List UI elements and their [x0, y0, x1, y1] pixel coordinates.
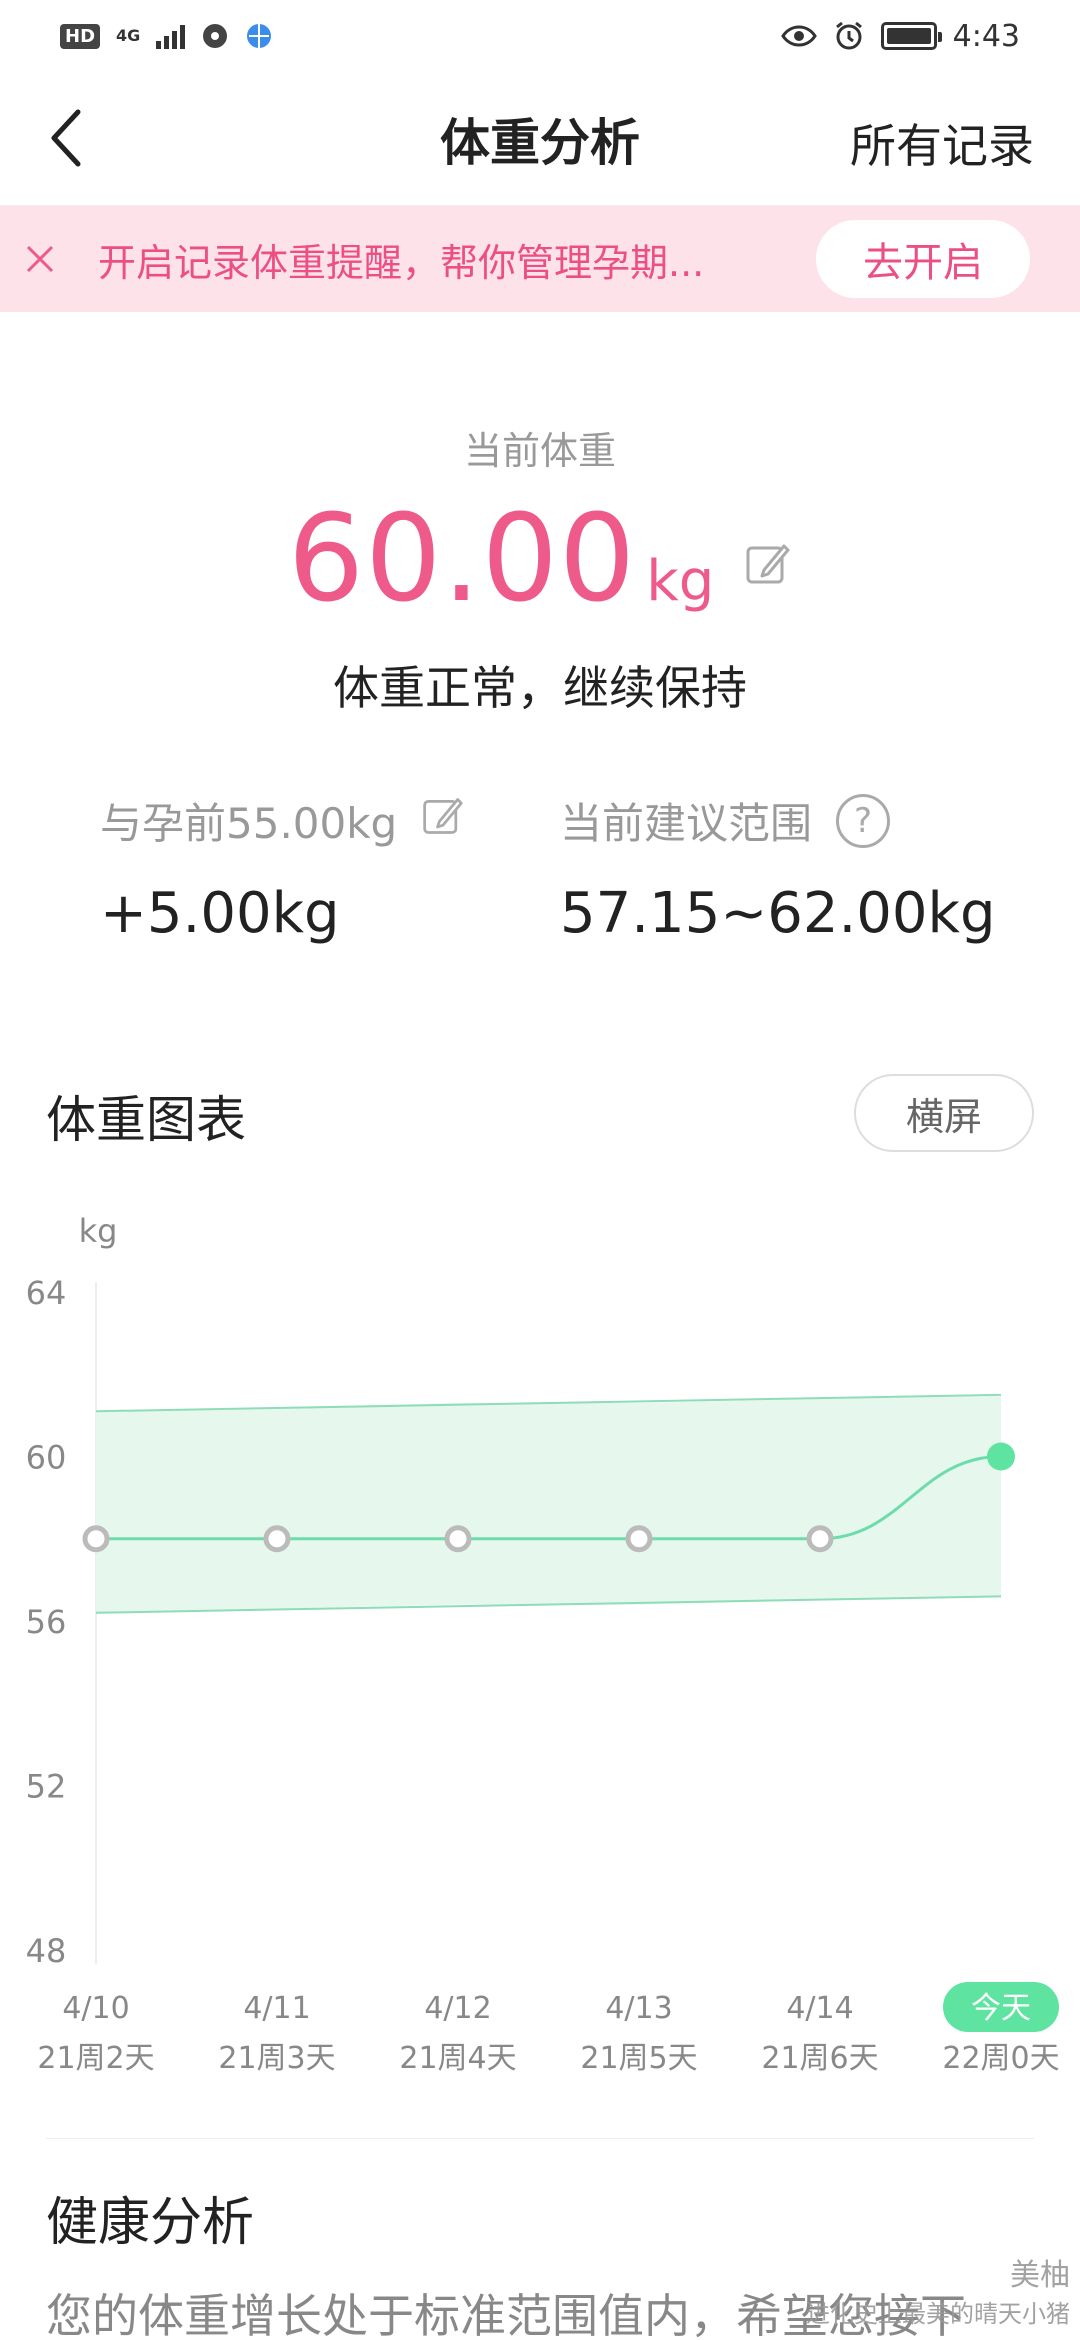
data-point[interactable] — [806, 1525, 834, 1553]
edit-icon — [746, 544, 790, 584]
battery-icon — [880, 22, 942, 50]
landscape-button[interactable]: 横屏 — [854, 1074, 1034, 1152]
status-bar: HD 4G 4:43 — [0, 0, 1080, 72]
suggested-range-stat: 当前建议范围 ? 57.15~62.00kg — [560, 790, 996, 946]
suggested-range-label-row: 当前建议范围 ? — [560, 790, 996, 851]
data-point[interactable] — [263, 1525, 291, 1553]
x-tick-label: 4/12 — [424, 1991, 491, 2026]
watermark-brand: 美柚 — [1010, 2258, 1070, 2293]
current-weight-unit: kg — [646, 549, 715, 614]
chevron-left-icon — [51, 109, 81, 167]
x-tick-sublabel: 21周2天 — [37, 2041, 154, 2076]
current-weight-row: 60.00 kg — [0, 490, 1080, 629]
edit-pre-weight-button[interactable] — [421, 794, 465, 848]
watermark-sub: 进化史上最美的晴天小猪 — [806, 2300, 1070, 2328]
edit-weight-button[interactable] — [744, 540, 792, 592]
pre-pregnancy-label-row: 与孕前55.00kg — [100, 790, 465, 851]
pre-pregnancy-diff: +5.00kg — [100, 881, 340, 946]
data-point-today[interactable] — [987, 1442, 1015, 1471]
y-tick-label: 60 — [26, 1439, 67, 1477]
help-icon[interactable]: ? — [836, 793, 891, 848]
alarm-icon — [835, 21, 862, 50]
y-axis-unit: kg — [79, 1212, 118, 1250]
enable-reminder-button[interactable]: 去开启 — [816, 220, 1030, 298]
network-label: 4G — [116, 26, 141, 45]
data-point[interactable] — [625, 1525, 653, 1553]
x-tick-sublabel: 21周4天 — [399, 2041, 516, 2076]
x-tick-sublabel: 21周6天 — [761, 2041, 878, 2076]
data-point[interactable] — [82, 1525, 110, 1553]
close-icon — [26, 245, 54, 273]
status-left: HD 4G — [60, 22, 273, 50]
x-tick-sublabel: 22周0天 — [942, 2041, 1059, 2076]
current-weight-label: 当前体重 — [463, 429, 616, 473]
banner-close-button[interactable] — [0, 206, 80, 312]
x-tick-sublabel: 21周3天 — [218, 2041, 335, 2076]
section-divider — [46, 2138, 1034, 2139]
watermark: 美柚 进化史上最美的晴天小猪 — [806, 2250, 1070, 2329]
message-icon — [203, 24, 228, 48]
health-analysis-title: 健康分析 — [46, 2193, 255, 2253]
data-point[interactable] — [444, 1525, 472, 1553]
suggested-range-band — [96, 1394, 1001, 1613]
weight-status-text: 体重正常，继续保持 — [333, 661, 747, 715]
all-records-link[interactable]: 所有记录 — [850, 110, 1034, 176]
status-right: 4:43 — [780, 18, 1020, 54]
suggested-range-value: 57.15~62.00kg — [560, 881, 996, 946]
eye-icon — [780, 25, 817, 47]
app-header: 体重分析 所有记录 — [0, 72, 1080, 206]
page-title: 体重分析 — [440, 113, 640, 172]
banner-message: 开启记录体重提醒，帮你管理孕期... — [98, 240, 705, 285]
reminder-banner: 开启记录体重提醒，帮你管理孕期... 去开启 — [0, 206, 1080, 312]
weight-chart: kg 64 60 56 52 48 4/10 21周2天 4/11 21周3天 4/12 21周4天 4… — [26, 1212, 1060, 2076]
chart-section-title: 体重图表 — [46, 1091, 246, 1149]
pre-pregnancy-stat: 与孕前55.00kg +5.00kg — [100, 790, 465, 946]
x-tick-label: 今天 — [971, 1991, 1031, 2026]
current-weight-value: 60.00 — [287, 490, 637, 629]
x-tick-label: 4/10 — [62, 1991, 129, 2026]
hd-badge: HD — [60, 23, 101, 49]
browser-icon — [247, 24, 272, 48]
back-button[interactable] — [30, 102, 102, 174]
edit-icon — [423, 797, 463, 834]
x-tick-sublabel: 21周5天 — [580, 2041, 697, 2076]
x-tick-label: 4/11 — [243, 1991, 310, 2026]
signal-icon — [156, 23, 186, 49]
x-tick-label: 4/14 — [786, 1991, 853, 2026]
y-tick-label: 64 — [26, 1274, 67, 1312]
x-tick-label: 4/13 — [605, 1991, 672, 2026]
suggested-range-label: 当前建议范围 — [560, 799, 813, 848]
pre-pregnancy-label: 与孕前55.00kg — [100, 799, 398, 848]
y-tick-label: 56 — [26, 1603, 67, 1641]
y-tick-label: 52 — [26, 1768, 67, 1806]
y-tick-label: 48 — [26, 1932, 67, 1970]
clock: 4:43 — [952, 18, 1020, 54]
